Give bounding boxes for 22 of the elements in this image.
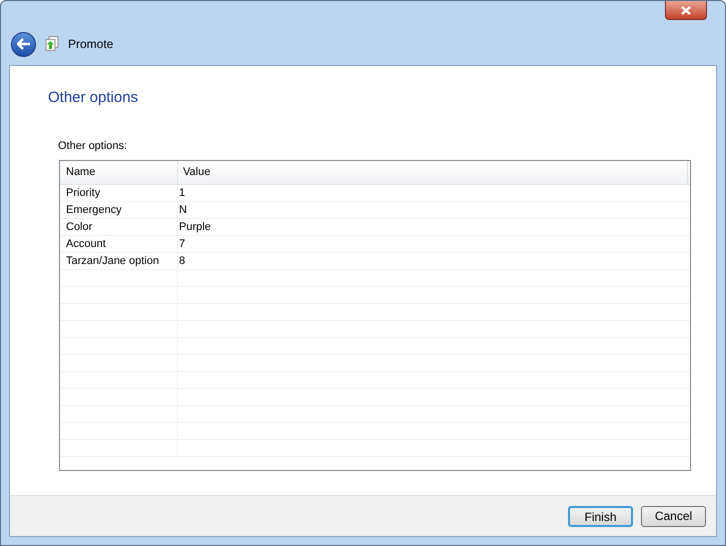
table-cell: Account (60, 236, 178, 252)
table-cell-text: N (178, 202, 188, 218)
table-cell-text: Purple (178, 220, 212, 235)
window-app-icon (45, 36, 59, 52)
table-cell-text: 1 (178, 186, 186, 201)
back-button[interactable] (11, 32, 36, 56)
column-header[interactable]: Value (178, 161, 688, 184)
table-cell-text: 7 (178, 236, 186, 252)
table-cell: Tarzan/Jane option (60, 253, 178, 269)
column-header[interactable]: Name (60, 161, 178, 184)
table-cell: Emergency (60, 202, 178, 218)
close-icon (681, 6, 691, 14)
table-cell: Priority (60, 185, 178, 201)
window-title: Promote (68, 36, 114, 53)
back-arrow-icon (16, 38, 30, 50)
close-button[interactable] (665, 1, 707, 20)
table-cell: Color (60, 219, 178, 235)
dialog-button[interactable]: Cancel (641, 506, 706, 526)
table-label: Other options: (58, 138, 128, 154)
dialog-button[interactable]: Finish (568, 506, 633, 526)
table-cell-text: 8 (178, 254, 186, 269)
page-heading: Other options (48, 88, 140, 108)
